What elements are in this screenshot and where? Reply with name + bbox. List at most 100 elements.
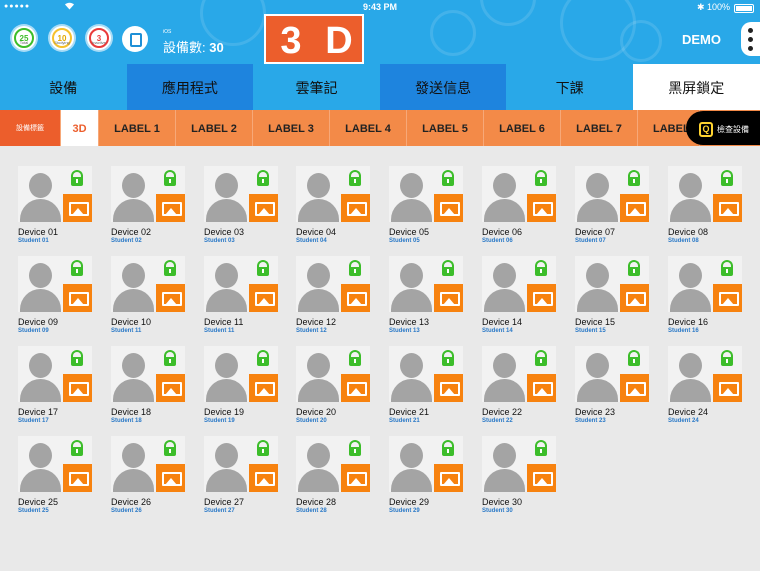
- airplay-icon[interactable]: [620, 284, 649, 312]
- device-card[interactable]: Device 29 Student 29: [389, 416, 463, 514]
- device-card[interactable]: Device 01 Student 01: [18, 146, 92, 244]
- device-card[interactable]: Device 02 Student 02: [111, 146, 185, 244]
- tab-label-1[interactable]: LABEL 1: [99, 110, 176, 146]
- airplay-icon[interactable]: [713, 194, 742, 222]
- airplay-icon[interactable]: [63, 284, 92, 312]
- device-card[interactable]: Device 22 Student 22: [482, 326, 556, 424]
- tab-active-3d[interactable]: 3D: [61, 110, 99, 146]
- airplay-icon[interactable]: [63, 374, 92, 402]
- total-devices-ring[interactable]: 25 Total: [12, 26, 36, 50]
- device-card[interactable]: Device 04 Student 04: [296, 146, 370, 244]
- tab-label-2[interactable]: LABEL 2: [176, 110, 253, 146]
- airplay-icon[interactable]: [63, 464, 92, 492]
- airplay-icon[interactable]: [434, 464, 463, 492]
- airplay-icon[interactable]: [434, 284, 463, 312]
- unlock-icon[interactable]: [620, 256, 649, 284]
- ipad-device-button[interactable]: [122, 26, 148, 52]
- device-card[interactable]: Device 24 Student 24: [668, 326, 742, 424]
- unlock-icon[interactable]: [434, 166, 463, 194]
- device-card[interactable]: Device 08 Student 08: [668, 146, 742, 244]
- device-card[interactable]: Device 12 Student 12: [296, 236, 370, 334]
- device-card[interactable]: Device 21 Student 21: [389, 326, 463, 424]
- unlock-icon[interactable]: [713, 166, 742, 194]
- airplay-icon[interactable]: [341, 374, 370, 402]
- unlock-icon[interactable]: [527, 166, 556, 194]
- airplay-icon[interactable]: [341, 194, 370, 222]
- studying-devices-ring[interactable]: 10 Studying: [50, 26, 74, 50]
- nav-send-message[interactable]: 發送信息: [379, 64, 507, 110]
- unlock-icon[interactable]: [434, 436, 463, 464]
- class-name-badge[interactable]: 3 D: [264, 14, 364, 64]
- more-menu-button[interactable]: [741, 22, 760, 56]
- unlock-icon[interactable]: [341, 436, 370, 464]
- device-card[interactable]: Device 18 Student 18: [111, 326, 185, 424]
- unlock-icon[interactable]: [249, 166, 278, 194]
- tab-device-label[interactable]: 設備標籤: [0, 110, 61, 146]
- device-card[interactable]: Device 05 Student 05: [389, 146, 463, 244]
- tab-label-6[interactable]: LABEL 6: [484, 110, 561, 146]
- unlock-icon[interactable]: [713, 256, 742, 284]
- tab-label-5[interactable]: LABEL 5: [407, 110, 484, 146]
- device-card[interactable]: Device 03 Student 03: [204, 146, 278, 244]
- unlock-icon[interactable]: [527, 346, 556, 374]
- airplay-icon[interactable]: [620, 374, 649, 402]
- airplay-icon[interactable]: [63, 194, 92, 222]
- device-card[interactable]: Device 23 Student 23: [575, 326, 649, 424]
- unlock-icon[interactable]: [341, 256, 370, 284]
- device-card[interactable]: Device 13 Student 13: [389, 236, 463, 334]
- device-card[interactable]: Device 28 Student 28: [296, 416, 370, 514]
- unlock-icon[interactable]: [341, 166, 370, 194]
- airplay-icon[interactable]: [156, 374, 185, 402]
- unlock-icon[interactable]: [63, 166, 92, 194]
- device-card[interactable]: Device 25 Student 25: [18, 416, 92, 514]
- unlock-icon[interactable]: [434, 346, 463, 374]
- device-card[interactable]: Device 07 Student 07: [575, 146, 649, 244]
- unlock-icon[interactable]: [527, 436, 556, 464]
- device-card[interactable]: Device 19 Student 19: [204, 326, 278, 424]
- unlock-icon[interactable]: [63, 436, 92, 464]
- airplay-icon[interactable]: [434, 194, 463, 222]
- device-card[interactable]: Device 17 Student 17: [18, 326, 92, 424]
- device-card[interactable]: Device 26 Student 26: [111, 416, 185, 514]
- tab-label-7[interactable]: LABEL 7: [561, 110, 638, 146]
- unlock-icon[interactable]: [63, 256, 92, 284]
- airplay-icon[interactable]: [713, 374, 742, 402]
- nav-cloud-notes[interactable]: 雲筆記: [253, 64, 380, 110]
- airplay-icon[interactable]: [249, 464, 278, 492]
- device-card[interactable]: Device 09 Student 09: [18, 236, 92, 334]
- airplay-icon[interactable]: [249, 284, 278, 312]
- device-card[interactable]: Device 06 Student 06: [482, 146, 556, 244]
- airplay-icon[interactable]: [156, 464, 185, 492]
- unlock-icon[interactable]: [156, 166, 185, 194]
- airplay-icon[interactable]: [434, 374, 463, 402]
- airplay-icon[interactable]: [249, 194, 278, 222]
- device-card[interactable]: Device 30 Student 30: [482, 416, 556, 514]
- airplay-icon[interactable]: [341, 284, 370, 312]
- airplay-icon[interactable]: [527, 464, 556, 492]
- unlock-icon[interactable]: [527, 256, 556, 284]
- unlock-icon[interactable]: [620, 346, 649, 374]
- device-card[interactable]: Device 27 Student 27: [204, 416, 278, 514]
- tab-label-4[interactable]: LABEL 4: [330, 110, 407, 146]
- airplay-icon[interactable]: [527, 194, 556, 222]
- unlock-icon[interactable]: [249, 436, 278, 464]
- airplay-icon[interactable]: [527, 374, 556, 402]
- unlock-icon[interactable]: [434, 256, 463, 284]
- airplay-icon[interactable]: [620, 194, 649, 222]
- nav-apps[interactable]: 應用程式: [126, 64, 254, 110]
- nav-end-class[interactable]: 下課: [506, 64, 633, 110]
- unlock-icon[interactable]: [63, 346, 92, 374]
- device-card[interactable]: Device 15 Student 15: [575, 236, 649, 334]
- airplay-icon[interactable]: [341, 464, 370, 492]
- inactive-devices-ring[interactable]: 3 Inactive: [87, 26, 111, 50]
- unlock-icon[interactable]: [249, 256, 278, 284]
- airplay-icon[interactable]: [249, 374, 278, 402]
- device-card[interactable]: Device 11 Student 11: [204, 236, 278, 334]
- check-device-button[interactable]: Q 檢查設備: [686, 111, 760, 145]
- airplay-icon[interactable]: [527, 284, 556, 312]
- unlock-icon[interactable]: [249, 346, 278, 374]
- unlock-icon[interactable]: [156, 346, 185, 374]
- device-card[interactable]: Device 20 Student 20: [296, 326, 370, 424]
- airplay-icon[interactable]: [713, 284, 742, 312]
- nav-devices[interactable]: 設備: [0, 64, 127, 110]
